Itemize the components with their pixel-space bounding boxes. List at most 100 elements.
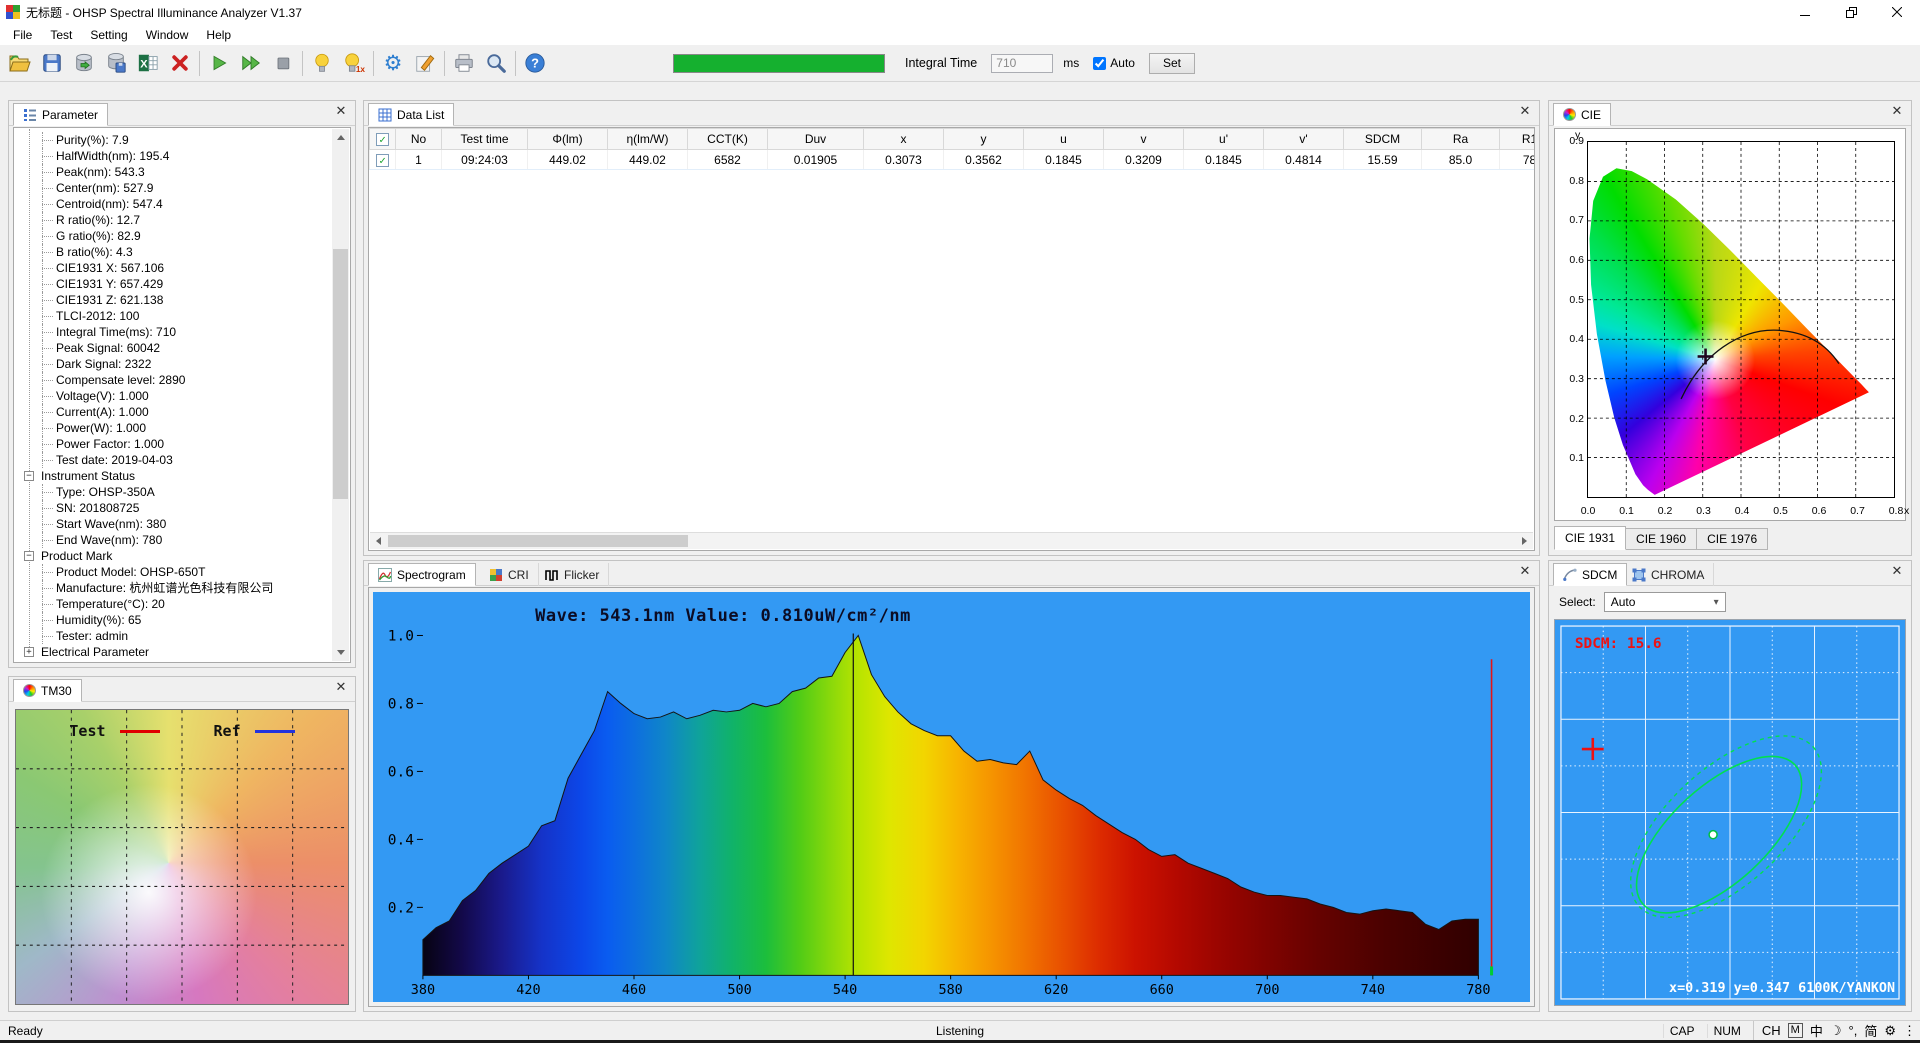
export-database-button[interactable] <box>68 48 100 78</box>
tree-item[interactable]: − Instrument Status <box>15 468 332 484</box>
column-header[interactable]: Duv <box>767 128 864 150</box>
data-list-hscrollbar[interactable] <box>370 532 1533 549</box>
data-list-close-icon[interactable]: ✕ <box>1518 105 1532 119</box>
column-header[interactable]: No <box>395 128 442 150</box>
sdcm-close-icon[interactable]: ✕ <box>1890 565 1904 579</box>
menu-test[interactable]: Test <box>41 26 81 44</box>
scroll-down-icon[interactable] <box>332 644 349 661</box>
open-button[interactable] <box>4 48 36 78</box>
lamp-button[interactable] <box>306 48 338 78</box>
select-all-checkbox[interactable]: ✓ <box>376 133 389 147</box>
column-header[interactable]: v' <box>1263 128 1344 150</box>
column-header[interactable]: u <box>1023 128 1104 150</box>
tree-item[interactable]: Type: OHSP-350A <box>15 484 332 500</box>
tree-item[interactable]: R ratio(%): 12.7 <box>15 212 332 228</box>
export-excel-button[interactable]: X <box>132 48 164 78</box>
print-button[interactable] <box>448 48 480 78</box>
menu-help[interactable]: Help <box>197 26 240 44</box>
column-header[interactable]: η(lm/W) <box>607 128 688 150</box>
tree-item[interactable]: Tester: admin <box>15 628 332 644</box>
tree-item[interactable]: Peak(nm): 543.3 <box>15 164 332 180</box>
tab-tm30[interactable]: TM30 <box>13 679 82 702</box>
ime-item[interactable]: ⚙ <box>1884 1023 1896 1039</box>
menu-window[interactable]: Window <box>137 26 198 44</box>
tree-item[interactable]: Purity(%): 7.9 <box>15 132 332 148</box>
tree-item[interactable]: Compensate level: 2890 <box>15 372 332 388</box>
ime-item[interactable]: 中 <box>1810 1021 1823 1040</box>
tree-item[interactable]: CIE1931 Y: 657.429 <box>15 276 332 292</box>
restore-button[interactable] <box>1828 0 1874 24</box>
tab-sdcm[interactable]: SDCM <box>1553 563 1628 586</box>
column-header[interactable]: R1 <box>1499 128 1534 150</box>
close-button[interactable] <box>1874 0 1920 24</box>
collapse-icon[interactable]: − <box>24 471 34 481</box>
tree-item[interactable]: Centroid(nm): 547.4 <box>15 196 332 212</box>
tree-item[interactable]: Peak Signal: 60042 <box>15 340 332 356</box>
parameter-close-icon[interactable]: ✕ <box>334 105 348 119</box>
tab-cri[interactable]: CRI <box>480 563 539 586</box>
tab-cie-1976[interactable]: CIE 1976 <box>1697 528 1769 550</box>
column-header[interactable]: Test time <box>441 128 528 150</box>
column-header[interactable]: v <box>1103 128 1184 150</box>
column-header[interactable]: SDCM <box>1343 128 1422 150</box>
settings-button[interactable]: ⚙ <box>377 48 409 78</box>
tm30-close-icon[interactable]: ✕ <box>334 681 348 695</box>
export-report-button[interactable] <box>100 48 132 78</box>
tree-item[interactable]: G ratio(%): 82.9 <box>15 228 332 244</box>
column-header[interactable]: x <box>863 128 944 150</box>
tree-item[interactable]: Start Wave(nm): 380 <box>15 516 332 532</box>
collapse-icon[interactable]: − <box>24 551 34 561</box>
tree-item[interactable]: CIE1931 X: 567.106 <box>15 260 332 276</box>
tree-item[interactable]: Test date: 2019-04-03 <box>15 452 332 468</box>
scroll-left-icon[interactable] <box>370 533 387 549</box>
expand-icon[interactable]: + <box>24 647 34 657</box>
save-button[interactable] <box>36 48 68 78</box>
ime-item[interactable]: CH <box>1762 1023 1781 1038</box>
run-continuous-button[interactable] <box>235 48 267 78</box>
tree-item[interactable]: Temperature(°C): 20 <box>15 596 332 612</box>
column-header[interactable]: Φ(lm) <box>527 128 608 150</box>
scroll-up-icon[interactable] <box>332 129 349 146</box>
tree-item[interactable]: Product Model: OHSP-650T <box>15 564 332 580</box>
tab-cie-1960[interactable]: CIE 1960 <box>1626 528 1698 550</box>
scrollbar-thumb[interactable] <box>333 249 348 499</box>
tab-chroma[interactable]: CHROMA <box>1623 563 1715 586</box>
tree-item[interactable]: HalfWidth(nm): 195.4 <box>15 148 332 164</box>
tree-item[interactable]: Power Factor: 1.000 <box>15 436 332 452</box>
tab-cie-1931[interactable]: CIE 1931 <box>1554 526 1627 550</box>
ime-item[interactable]: ☽ <box>1830 1023 1842 1039</box>
table-row[interactable]: ✓ 1 09:24:03 449.02 449.02 6582 0.01905 0.3073 0… <box>369 149 1534 170</box>
run-button[interactable] <box>203 48 235 78</box>
tree-item[interactable]: CIE1931 Z: 621.138 <box>15 292 332 308</box>
menu-file[interactable]: File <box>4 26 41 44</box>
tree-item[interactable]: Current(A): 1.000 <box>15 404 332 420</box>
row-checkbox[interactable]: ✓ <box>376 153 389 167</box>
tree-item[interactable]: SN: 201808725 <box>15 500 332 516</box>
delete-button[interactable] <box>164 48 196 78</box>
tree-item[interactable]: Center(nm): 527.9 <box>15 180 332 196</box>
tree-item[interactable]: − Product Mark <box>15 548 332 564</box>
zoom-tool-button[interactable] <box>480 48 512 78</box>
integral-time-input[interactable] <box>991 53 1054 73</box>
tree-item[interactable]: Voltage(V): 1.000 <box>15 388 332 404</box>
tree-item[interactable]: Power(W): 1.000 <box>15 420 332 436</box>
tree-item[interactable]: Manufacture: 杭州虹谱光色科技有限公司 <box>15 580 332 596</box>
column-header[interactable]: u' <box>1183 128 1264 150</box>
tree-item[interactable]: Dark Signal: 2322 <box>15 356 332 372</box>
tab-parameter[interactable]: Parameter <box>13 103 109 126</box>
scroll-right-icon[interactable] <box>1516 533 1533 549</box>
column-header[interactable]: CCT(K) <box>687 128 768 150</box>
stop-button[interactable] <box>267 48 299 78</box>
ime-item[interactable]: 简 <box>1864 1021 1877 1040</box>
edit-button[interactable] <box>409 48 441 78</box>
spectrogram-close-icon[interactable]: ✕ <box>1518 565 1532 579</box>
menu-setting[interactable]: Setting <box>81 26 136 44</box>
ime-item[interactable]: °, <box>1849 1023 1858 1038</box>
tree-item[interactable]: TLCI-2012: 100 <box>15 308 332 324</box>
tree-item[interactable]: End Wave(nm): 780 <box>15 532 332 548</box>
tab-spectrogram[interactable]: Spectrogram <box>368 563 476 586</box>
tree-item[interactable]: + Electrical Parameter <box>15 644 332 660</box>
tab-flicker[interactable]: Flicker <box>536 563 610 586</box>
tree-item[interactable]: B ratio(%): 4.3 <box>15 244 332 260</box>
data-table[interactable]: ✓ No Test time Φ(lm) η(lm/W) CCT(K) Duv x y u v u' v… <box>369 128 1534 170</box>
